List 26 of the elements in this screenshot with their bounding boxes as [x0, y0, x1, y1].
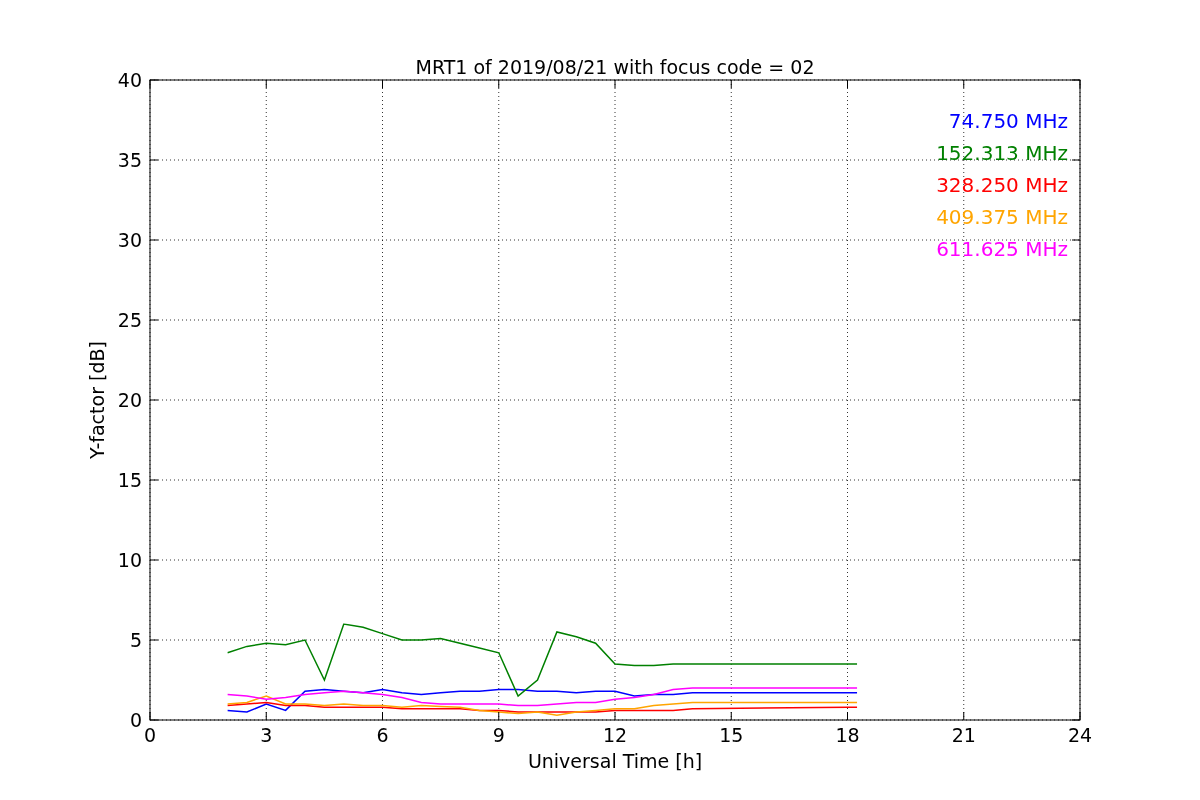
legend-label: 328.250 MHz: [936, 173, 1068, 197]
tick-label: 18: [835, 724, 860, 746]
tick-label: 9: [492, 724, 505, 746]
tick-label: 25: [117, 309, 142, 331]
legend-label: 74.750 MHz: [948, 109, 1068, 133]
tick-label: 6: [376, 724, 389, 746]
chart-title: MRT1 of 2019/08/21 with focus code = 02: [415, 56, 815, 78]
legend-label: 611.625 MHz: [936, 237, 1068, 261]
legend-label: 152.313 MHz: [936, 141, 1068, 165]
y-axis-label: Y-factor [dB]: [86, 341, 108, 459]
tick-label: 24: [1067, 724, 1093, 746]
tick-label: 40: [117, 69, 142, 91]
tick-label: 35: [117, 149, 142, 171]
tick-label: 30: [117, 229, 142, 251]
tick-label: 21: [951, 724, 976, 746]
legend-label: 409.375 MHz: [936, 205, 1068, 229]
x-axis-label: Universal Time [h]: [527, 750, 703, 772]
tick-label: 0: [143, 724, 157, 746]
tick-label: 10: [117, 549, 142, 571]
tick-label: 5: [129, 629, 142, 651]
tick-label: 20: [117, 389, 142, 411]
tick-label: 0: [129, 709, 142, 731]
tick-label: 15: [117, 469, 142, 491]
tick-label: 12: [602, 724, 628, 746]
tick-label: 15: [719, 724, 744, 746]
tick-label: 3: [260, 724, 273, 746]
